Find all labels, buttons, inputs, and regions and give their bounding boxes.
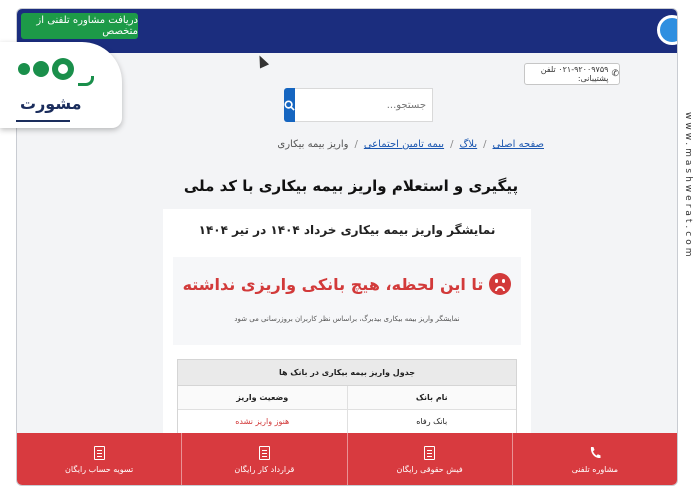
floating-circle-button[interactable] bbox=[657, 15, 677, 45]
logo-tail bbox=[78, 76, 94, 86]
notice-subtitle: نمایشگر واریز بیمه بیکاری بیدبرگ، براساس… bbox=[234, 315, 460, 323]
bank-deposit-table: جدول واریز بیمه بیکاری در بانک ها نام با… bbox=[177, 359, 517, 435]
site-watermark: www.mashwerat.com bbox=[683, 112, 693, 260]
card-heading: نمایشگر واریز بیمه بیکاری خرداد ۱۴۰۴ در … bbox=[198, 223, 496, 237]
bottom-free-contract[interactable]: قرارداد کار رایگان bbox=[181, 433, 346, 485]
page-title: پیگیری و استعلام واریز بیمه بیکاری با کد… bbox=[183, 177, 519, 195]
search-button[interactable] bbox=[284, 88, 295, 122]
mashwerat-logo: مشورت bbox=[0, 42, 122, 128]
bottom-free-payslip[interactable]: فیش حقوقی رایگان bbox=[346, 433, 512, 485]
breadcrumb-social-insurance[interactable]: بیمه تامین اجتماعی bbox=[364, 139, 444, 150]
phone-icon: ✆ bbox=[611, 69, 619, 79]
table-header-row: نام بانک وضعیت واریز bbox=[178, 386, 516, 410]
search-bar bbox=[284, 88, 433, 122]
search-input[interactable] bbox=[295, 88, 433, 122]
support-phone-text: ۰۲۱-۹۲۰۰۹۷۵۹ تلفن پشتیبانی: bbox=[540, 65, 609, 83]
no-deposit-notice: تا این لحظه، هیچ بانکی واریزی نداشته نما… bbox=[173, 257, 521, 345]
bottom-action-bar: مشاوره تلفنی فیش حقوقی رایگان قرارداد کا… bbox=[17, 433, 677, 485]
notice-title: تا این لحظه، هیچ بانکی واریزی نداشته bbox=[173, 273, 521, 295]
table-caption: جدول واریز بیمه بیکاری در بانک ها bbox=[178, 360, 516, 386]
breadcrumb-blog[interactable]: بلاگ bbox=[459, 139, 477, 150]
search-icon bbox=[284, 99, 295, 111]
breadcrumb-separator: / bbox=[483, 139, 487, 150]
breadcrumb-current: واریز بیمه بیکاری bbox=[277, 139, 349, 150]
receipt-icon bbox=[93, 446, 105, 460]
deposit-monitor-card: نمایشگر واریز بیمه بیکاری خرداد ۱۴۰۴ در … bbox=[163, 209, 531, 449]
table-row: بانک رفاه هنوز واریز نشده bbox=[178, 410, 516, 434]
column-header-bank: نام بانک bbox=[347, 386, 516, 409]
document-icon bbox=[424, 446, 436, 460]
breadcrumb: صفحه اصلی / بلاگ / بیمه تامین اجتماعی / … bbox=[277, 139, 544, 150]
support-phone-box[interactable]: ✆ ۰۲۱-۹۲۰۰۹۷۵۹ تلفن پشتیبانی: bbox=[524, 63, 620, 85]
breadcrumb-home[interactable]: صفحه اصلی bbox=[493, 139, 544, 150]
bottom-free-payslip-label: فیش حقوقی رایگان bbox=[396, 465, 463, 474]
top-navbar: دریافت مشاوره تلفنی از متخصص bbox=[17, 9, 677, 53]
notice-title-text: تا این لحظه، هیچ بانکی واریزی نداشته bbox=[182, 274, 484, 294]
bottom-phone-consult-label: مشاوره تلفنی bbox=[571, 465, 619, 474]
breadcrumb-separator: / bbox=[354, 139, 358, 150]
column-header-status: وضعیت واریز bbox=[178, 386, 348, 409]
logo-mark-icon bbox=[18, 58, 74, 80]
breadcrumb-separator: / bbox=[450, 139, 454, 150]
logo-underline bbox=[16, 120, 70, 122]
contract-icon bbox=[258, 446, 270, 460]
logo-text: مشورت bbox=[20, 94, 82, 113]
sad-face-icon bbox=[489, 273, 512, 295]
bottom-free-settlement-label: تسویه حساب رایگان bbox=[65, 465, 134, 474]
phone-icon bbox=[590, 447, 601, 459]
deposit-status-cell: هنوز واریز نشده bbox=[178, 410, 348, 433]
bank-name-cell: بانک رفاه bbox=[416, 417, 448, 426]
phone-consult-button[interactable]: دریافت مشاوره تلفنی از متخصص bbox=[21, 13, 138, 39]
bottom-phone-consult[interactable]: مشاوره تلفنی bbox=[511, 433, 677, 485]
bottom-free-contract-label: قرارداد کار رایگان bbox=[234, 465, 295, 474]
bottom-free-settlement[interactable]: تسویه حساب رایگان bbox=[17, 433, 181, 485]
